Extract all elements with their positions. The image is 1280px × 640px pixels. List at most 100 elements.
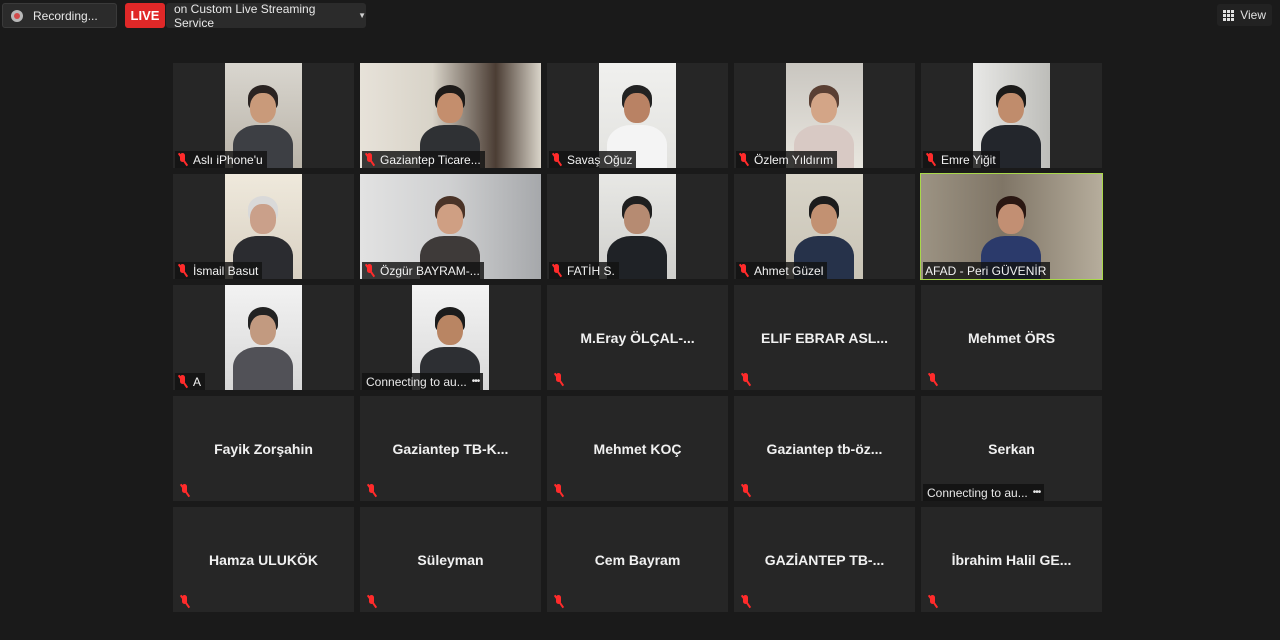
participant-name-label: FATİH S.: [549, 262, 619, 279]
participant-tile[interactable]: İbrahim Halil GE...: [921, 507, 1102, 612]
participant-tile[interactable]: AFAD - Peri GÜVENİR: [920, 173, 1103, 280]
participant-name: ELIF EBRAR ASL...: [760, 329, 889, 346]
participant-tile[interactable]: Cem Bayram: [547, 507, 728, 612]
participant-name-label: A: [175, 373, 206, 390]
connecting-audio-status: Connecting to au... •••: [923, 484, 1045, 501]
participant-name: Fayik Zorşahin: [214, 440, 313, 457]
mic-muted-icon: [364, 153, 376, 166]
caret-down-icon: ▼: [358, 11, 366, 20]
participant-name: M.Eray ÖLÇAL-...: [580, 329, 695, 346]
participant-tile[interactable]: Mehmet ÖRS: [921, 285, 1102, 390]
participant-name-label: Emre Yiğit: [923, 151, 1000, 168]
mic-muted-icon: [740, 595, 752, 608]
view-button-label: View: [1240, 8, 1266, 22]
participant-name: Emre Yiğit: [941, 152, 996, 167]
connecting-status-text: Connecting to au...: [927, 485, 1028, 500]
mic-muted-icon: [366, 595, 378, 608]
meeting-top-bar: Recording... LIVE on Custom Live Streami…: [0, 0, 1280, 32]
loading-dots-icon: •••: [471, 376, 480, 387]
participant-tile[interactable]: Ahmet Güzel: [734, 174, 915, 279]
mic-muted-icon: [553, 595, 565, 608]
participant-tile[interactable]: Gaziantep TB-K...: [360, 396, 541, 501]
participant-name: Savaş Oğuz: [567, 152, 633, 167]
live-badge: LIVE: [125, 3, 165, 28]
live-stream-dropdown[interactable]: on Custom Live Streaming Service ▼: [166, 1, 366, 30]
mic-muted-icon: [177, 375, 189, 388]
participant-name-label: AFAD - Peri GÜVENİR: [923, 262, 1051, 279]
mic-muted-icon: [179, 484, 191, 497]
participant-tile[interactable]: Connecting to au... •••: [360, 285, 541, 390]
participant-name: Gaziantep tb-öz...: [766, 440, 883, 457]
participant-tile[interactable]: GAZİANTEP TB-...: [734, 507, 915, 612]
mic-muted-icon: [179, 595, 191, 608]
participant-name-label: Aslı iPhone'u: [175, 151, 267, 168]
participant-video: [225, 285, 302, 390]
mic-muted-icon: [925, 153, 937, 166]
participant-tile[interactable]: Fayik Zorşahin: [173, 396, 354, 501]
loading-dots-icon: •••: [1032, 487, 1041, 498]
participant-tile[interactable]: Savaş Oğuz: [547, 63, 728, 168]
recording-label: Recording...: [33, 8, 98, 23]
participant-tile[interactable]: Süleyman: [360, 507, 541, 612]
participant-tile[interactable]: Serkan Connecting to au... •••: [921, 396, 1102, 501]
participant-tile[interactable]: Emre Yiğit: [921, 63, 1102, 168]
view-button[interactable]: View: [1217, 4, 1272, 26]
mic-muted-icon: [551, 153, 563, 166]
participant-gallery: Aslı iPhone'u Gaziantep Ticare... Savaş Oğ…: [173, 63, 1103, 612]
live-stream-label: on Custom Live Streaming Service: [174, 1, 316, 30]
mic-muted-icon: [177, 264, 189, 277]
participant-name: Cem Bayram: [594, 551, 681, 568]
participant-tile[interactable]: Aslı iPhone'u: [173, 63, 354, 168]
participant-tile[interactable]: Hamza ULUKÖK: [173, 507, 354, 612]
participant-tile[interactable]: Özgür BAYRAM-...: [360, 174, 541, 279]
participant-name-label: İsmail Basut: [175, 262, 263, 279]
mic-muted-icon: [740, 484, 752, 497]
participant-name: Hamza ULUKÖK: [209, 551, 318, 568]
participant-name-label: Ahmet Güzel: [736, 262, 828, 279]
participant-name: Serkan: [988, 440, 1035, 457]
mic-muted-icon: [551, 264, 563, 277]
connecting-status-text: Connecting to au...: [366, 374, 467, 389]
mic-muted-icon: [553, 373, 565, 386]
participant-name: İsmail Basut: [193, 263, 259, 278]
participant-name: Gaziantep TB-K...: [392, 440, 509, 457]
mic-muted-icon: [177, 153, 189, 166]
participant-tile[interactable]: Mehmet KOÇ: [547, 396, 728, 501]
participant-tile[interactable]: Gaziantep Ticare...: [360, 63, 541, 168]
participant-tile[interactable]: ELIF EBRAR ASL...: [734, 285, 915, 390]
mic-muted-icon: [927, 373, 939, 386]
participant-name: AFAD - Peri GÜVENİR: [925, 263, 1047, 278]
participant-tile[interactable]: FATİH S.: [547, 174, 728, 279]
mic-muted-icon: [366, 484, 378, 497]
participant-name: Gaziantep Ticare...: [380, 152, 481, 167]
mic-muted-icon: [364, 264, 376, 277]
participant-tile[interactable]: Gaziantep tb-öz...: [734, 396, 915, 501]
recording-icon: [11, 9, 23, 22]
connecting-audio-status: Connecting to au... •••: [362, 373, 484, 390]
participant-name-label: Savaş Oğuz: [549, 151, 637, 168]
participant-name: Ahmet Güzel: [754, 263, 824, 278]
participant-name: GAZİANTEP TB-...: [764, 551, 885, 568]
participant-name: Mehmet KOÇ: [593, 440, 682, 457]
participant-tile[interactable]: Özlem Yıldırım: [734, 63, 915, 168]
participant-tile[interactable]: M.Eray ÖLÇAL-...: [547, 285, 728, 390]
recording-indicator[interactable]: Recording...: [2, 3, 117, 28]
participant-name: A: [193, 374, 202, 389]
participant-name: İbrahim Halil GE...: [951, 551, 1072, 568]
mic-muted-icon: [740, 373, 752, 386]
grid-view-icon: [1223, 9, 1235, 21]
participant-name-label: Gaziantep Ticare...: [362, 151, 485, 168]
participant-name-label: Özgür BAYRAM-...: [362, 262, 484, 279]
participant-tile[interactable]: İsmail Basut: [173, 174, 354, 279]
participant-name: Aslı iPhone'u: [193, 152, 263, 167]
participant-name: Mehmet ÖRS: [967, 329, 1056, 346]
mic-muted-icon: [738, 153, 750, 166]
participant-name-label: Özlem Yıldırım: [736, 151, 838, 168]
mic-muted-icon: [738, 264, 750, 277]
participant-name: FATİH S.: [567, 263, 615, 278]
mic-muted-icon: [553, 484, 565, 497]
participant-name: Özlem Yıldırım: [754, 152, 834, 167]
participant-name: Özgür BAYRAM-...: [380, 263, 480, 278]
participant-tile[interactable]: A: [173, 285, 354, 390]
mic-muted-icon: [927, 595, 939, 608]
